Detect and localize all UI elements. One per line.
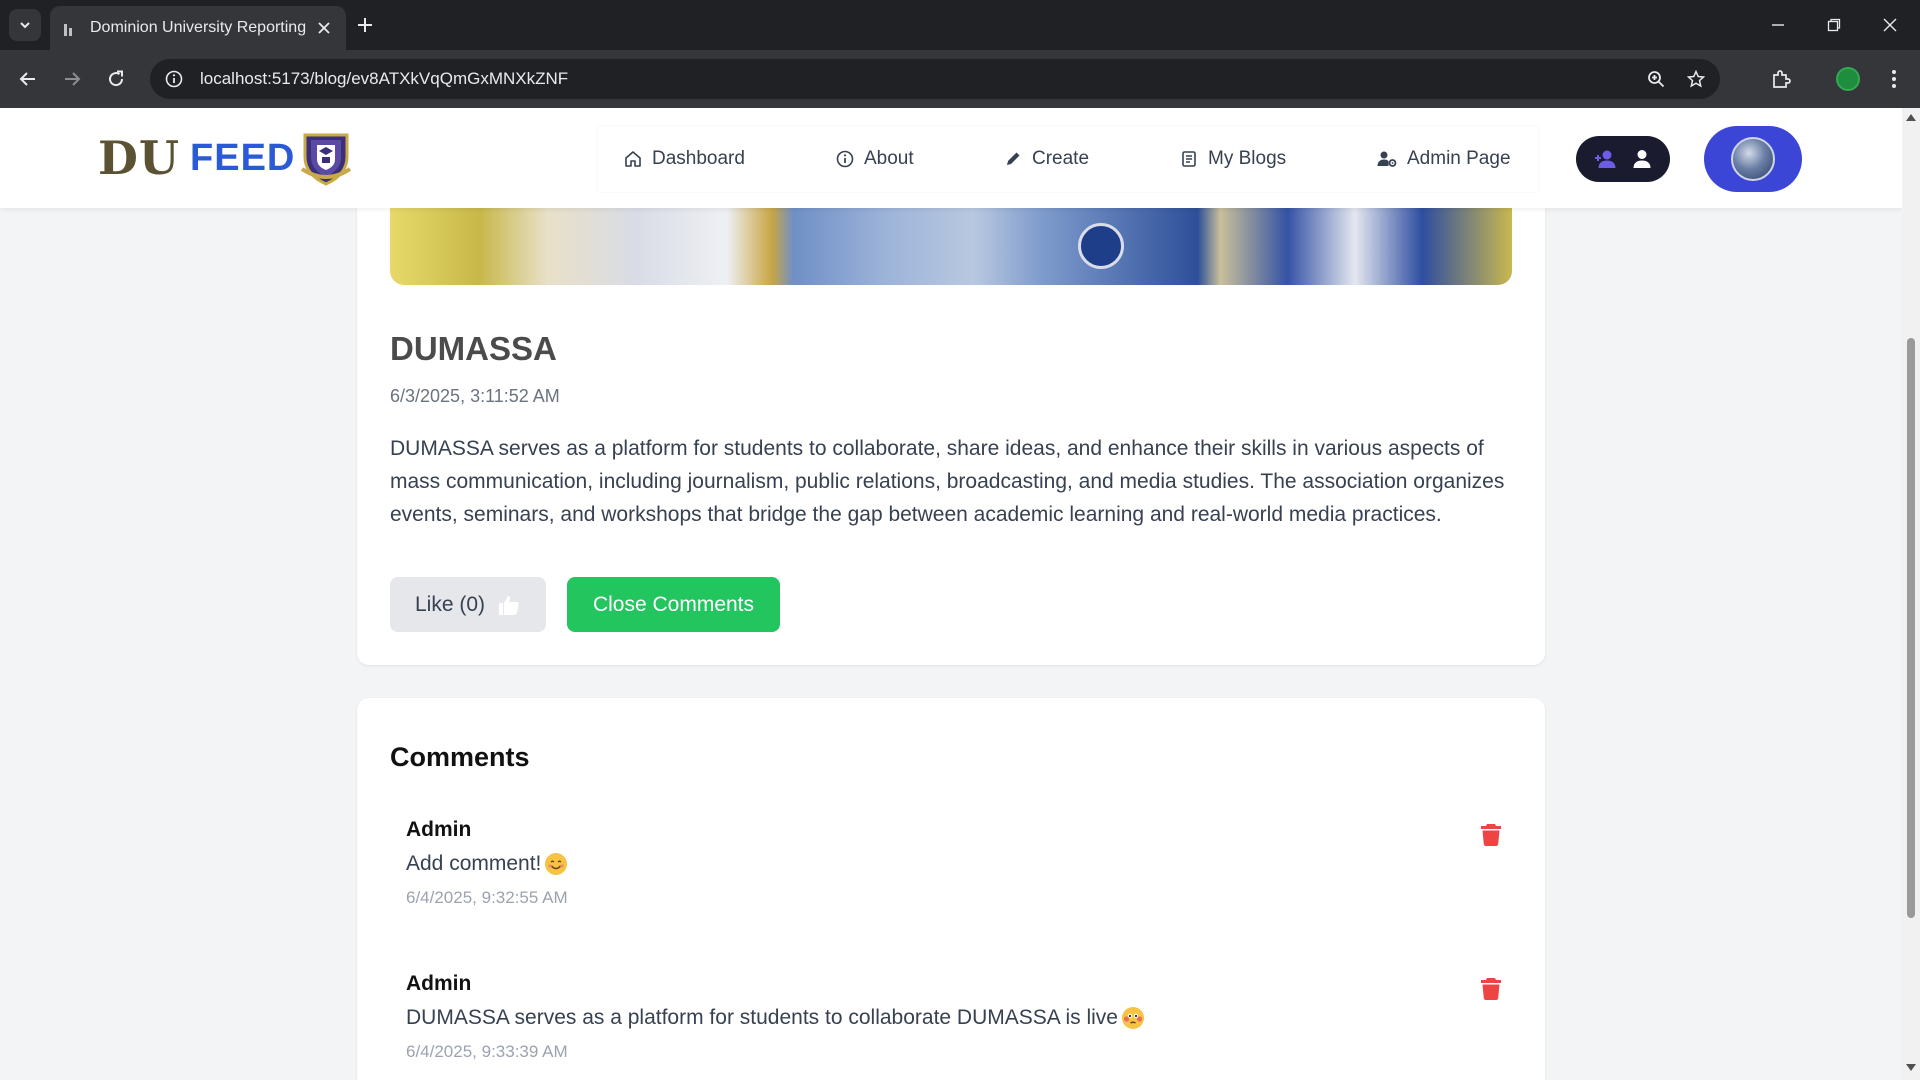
comment-text: Add comment! bbox=[406, 852, 542, 875]
close-window-icon[interactable] bbox=[1862, 0, 1918, 50]
site-header: DU FEED Dashboard About Create My Blogs … bbox=[0, 108, 1902, 208]
flushed-face-emoji-icon bbox=[1121, 1007, 1144, 1029]
info-circle-icon bbox=[836, 150, 854, 168]
chevron-down-icon bbox=[20, 22, 30, 29]
logo-feed-text: FEED bbox=[190, 136, 296, 179]
scroll-down-arrow-icon[interactable] bbox=[1906, 1064, 1916, 1071]
comment-author: Admin bbox=[406, 972, 472, 995]
address-bar[interactable]: localhost:5173/blog/ev8ATXkVqQmGxMNXkZNF bbox=[150, 59, 1720, 99]
profile-avatar-icon[interactable] bbox=[1836, 67, 1860, 91]
browser-toolbar: localhost:5173/blog/ev8ATXkVqQmGxMNXkZNF bbox=[0, 50, 1920, 108]
nav-admin-page[interactable]: Admin Page bbox=[1377, 148, 1511, 170]
delete-comment-button[interactable] bbox=[1476, 818, 1506, 850]
back-arrow-icon[interactable] bbox=[12, 63, 44, 95]
url-text: localhost:5173/blog/ev8ATXkVqQmGxMNXkZNF bbox=[200, 69, 569, 88]
forward-arrow-icon[interactable] bbox=[56, 63, 88, 95]
comment-text-row: DUMASSA serves as a platform for student… bbox=[406, 1006, 1506, 1030]
zoom-icon[interactable] bbox=[1636, 59, 1676, 99]
close-tab-icon[interactable] bbox=[312, 16, 336, 40]
minimize-window-icon[interactable] bbox=[1750, 0, 1806, 50]
comment-item: Admin Add comment! 6/4/2025, 9:32:55 AM bbox=[406, 818, 1506, 908]
more-menu-icon[interactable] bbox=[1878, 63, 1910, 95]
post-title: DUMASSA bbox=[390, 330, 557, 367]
smiling-face-emoji-icon bbox=[545, 853, 568, 875]
new-tab-plus-icon[interactable] bbox=[350, 10, 380, 40]
nav-my-blogs[interactable]: My Blogs bbox=[1180, 148, 1377, 170]
site-info-icon[interactable] bbox=[154, 59, 194, 99]
like-label: Like (0) bbox=[414, 592, 486, 616]
comment-text-row: Add comment! bbox=[406, 852, 1506, 876]
bookmark-star-icon[interactable] bbox=[1676, 59, 1716, 99]
post-date: 6/3/2025, 3:11:52 AM bbox=[390, 386, 560, 406]
nav-create[interactable]: Create bbox=[1004, 148, 1180, 170]
nav-dashboard-label: Dashboard bbox=[652, 148, 745, 169]
browser-tab-strip: Dominion University Reporting bbox=[0, 0, 1920, 50]
comment-text: DUMASSA serves as a platform for student… bbox=[406, 1006, 1118, 1029]
comments-card: Comments Admin Add comment! 6/4/2025, 9:… bbox=[357, 698, 1545, 1080]
avatar bbox=[1731, 137, 1775, 181]
trash-icon bbox=[1481, 978, 1501, 1000]
scroll-up-arrow-icon[interactable] bbox=[1906, 114, 1916, 121]
home-icon bbox=[625, 151, 641, 167]
reload-icon[interactable] bbox=[100, 63, 132, 95]
extensions-puzzle-icon[interactable] bbox=[1765, 63, 1797, 95]
restore-window-icon[interactable] bbox=[1806, 0, 1862, 50]
nav-my-blogs-label: My Blogs bbox=[1208, 148, 1287, 169]
profile-avatar-button[interactable] bbox=[1704, 126, 1802, 192]
add-user-icon bbox=[1595, 150, 1616, 168]
nav-admin-page-label: Admin Page bbox=[1407, 148, 1511, 169]
comment-timestamp: 6/4/2025, 9:32:55 AM bbox=[406, 888, 568, 907]
like-button[interactable]: Like (0) bbox=[390, 577, 546, 632]
trash-icon bbox=[1481, 824, 1501, 846]
nav-about[interactable]: About bbox=[836, 148, 1004, 170]
comment-item: Admin DUMASSA serves as a platform for s… bbox=[406, 972, 1506, 1062]
thumbs-up-icon bbox=[499, 595, 519, 615]
main-nav: Dashboard About Create My Blogs Admin Pa… bbox=[598, 126, 1538, 192]
nav-create-label: Create bbox=[1032, 148, 1090, 169]
scrollbar-thumb[interactable] bbox=[1907, 338, 1915, 918]
account-switch-button[interactable] bbox=[1576, 136, 1670, 182]
tab-title: Dominion University Reporting bbox=[90, 19, 307, 36]
user-icon bbox=[1633, 150, 1651, 168]
logo-du-text: DU bbox=[98, 131, 181, 185]
hero-badge-emblem bbox=[1078, 223, 1124, 269]
post-body: DUMASSA serves as a platform for student… bbox=[390, 437, 1505, 526]
delete-comment-button[interactable] bbox=[1476, 972, 1506, 1004]
browser-tab-active[interactable]: Dominion University Reporting bbox=[50, 6, 346, 50]
favicon-icon bbox=[64, 20, 80, 36]
nav-about-label: About bbox=[864, 148, 914, 169]
page-scrollbar[interactable] bbox=[1902, 108, 1920, 1080]
comments-heading: Comments bbox=[390, 742, 530, 772]
document-list-icon bbox=[1182, 151, 1196, 167]
pencil-icon bbox=[1007, 152, 1020, 165]
tab-search-button[interactable] bbox=[9, 9, 41, 41]
comment-author: Admin bbox=[406, 818, 472, 841]
page-viewport: DUMASSA 6/3/2025, 3:11:52 AM DUMASSA ser… bbox=[0, 108, 1902, 1080]
university-crest-icon bbox=[301, 133, 352, 186]
nav-dashboard[interactable]: Dashboard bbox=[624, 148, 836, 170]
close-comments-button[interactable]: Close Comments bbox=[567, 577, 780, 632]
user-cog-icon bbox=[1377, 151, 1397, 167]
comment-timestamp: 6/4/2025, 9:33:39 AM bbox=[406, 1042, 568, 1061]
site-logo[interactable]: DU FEED bbox=[98, 128, 355, 188]
